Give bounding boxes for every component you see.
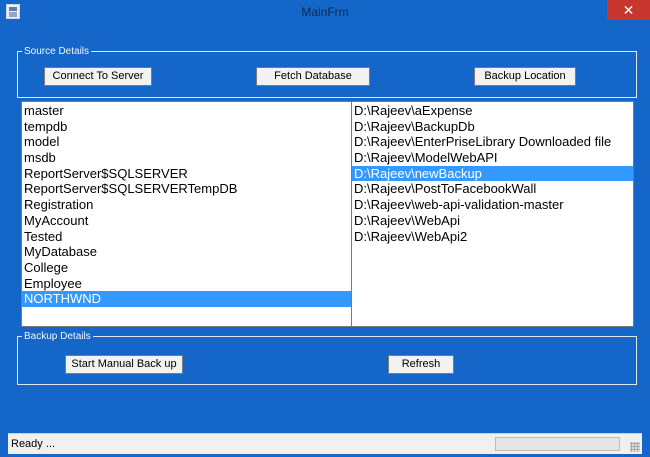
main-form: Source Details Connect To Server Fetch D… (8, 26, 642, 449)
database-list-item[interactable]: msdb (22, 150, 351, 166)
status-bar: Ready ... (8, 433, 642, 454)
close-icon[interactable]: ✕ (607, 0, 650, 20)
database-list[interactable]: master tempdb model msdb ReportServer$SQLSER… (21, 101, 352, 327)
database-list-item[interactable]: ReportServer$SQLSERVER (22, 166, 351, 182)
source-details-group: Source Details Connect To Server Fetch D… (17, 46, 637, 98)
database-list-item[interactable]: master (22, 103, 351, 119)
start-manual-backup-button[interactable]: Start Manual Back up (65, 355, 183, 374)
window-title: MainFrm (301, 5, 349, 19)
backup-folder-list-item[interactable]: D:\Rajeev\ModelWebAPI (352, 150, 633, 166)
backup-folder-list-item[interactable]: D:\Rajeev\aExpense (352, 103, 633, 119)
backup-folder-list-item[interactable]: D:\Rajeev\newBackup (352, 165, 633, 182)
database-list-item[interactable]: tempdb (22, 119, 351, 135)
database-list-item[interactable]: Registration (22, 197, 351, 213)
resize-grip-icon[interactable] (630, 442, 640, 452)
database-list-item[interactable]: ReportServer$SQLSERVERTempDB (22, 181, 351, 197)
refresh-button[interactable]: Refresh (388, 355, 454, 374)
database-list-item[interactable]: NORTHWND (22, 291, 351, 307)
database-list-item[interactable]: MyDatabase (22, 244, 351, 260)
backup-folder-list[interactable]: D:\Rajeev\aExpense D:\Rajeev\BackupDb D:\R… (351, 101, 634, 327)
backup-details-legend: Backup Details (24, 331, 91, 342)
backup-location-button[interactable]: Backup Location (474, 67, 576, 86)
connect-to-server-button[interactable]: Connect To Server (44, 67, 152, 86)
backup-folder-list-item[interactable]: D:\Rajeev\PostToFacebookWall (352, 181, 633, 197)
title-bar[interactable]: MainFrm ✕ (0, 0, 650, 26)
backup-folder-list-item[interactable]: D:\Rajeev\WebApi (352, 213, 633, 229)
backup-folder-list-item[interactable]: D:\Rajeev\BackupDb (352, 119, 633, 135)
backup-folder-list-item[interactable]: D:\Rajeev\WebApi2 (352, 229, 633, 245)
database-list-item[interactable]: College (22, 260, 351, 276)
source-details-legend: Source Details (24, 46, 90, 57)
status-text: Ready ... (11, 438, 56, 450)
backup-folder-list-item[interactable]: D:\Rajeev\web-api-validation-master (352, 197, 633, 213)
database-list-item[interactable]: model (22, 134, 351, 150)
backup-details-group: Backup Details Start Manual Back up Refr… (17, 331, 637, 385)
database-list-item[interactable]: MyAccount (22, 213, 351, 229)
backup-folder-list-item[interactable]: D:\Rajeev\EnterPriseLibrary Downloaded f… (352, 134, 633, 150)
progress-bar (495, 437, 620, 451)
database-list-item[interactable]: Tested (22, 229, 351, 245)
database-list-item[interactable]: Employee (22, 276, 351, 292)
fetch-database-button[interactable]: Fetch Database (256, 67, 370, 86)
